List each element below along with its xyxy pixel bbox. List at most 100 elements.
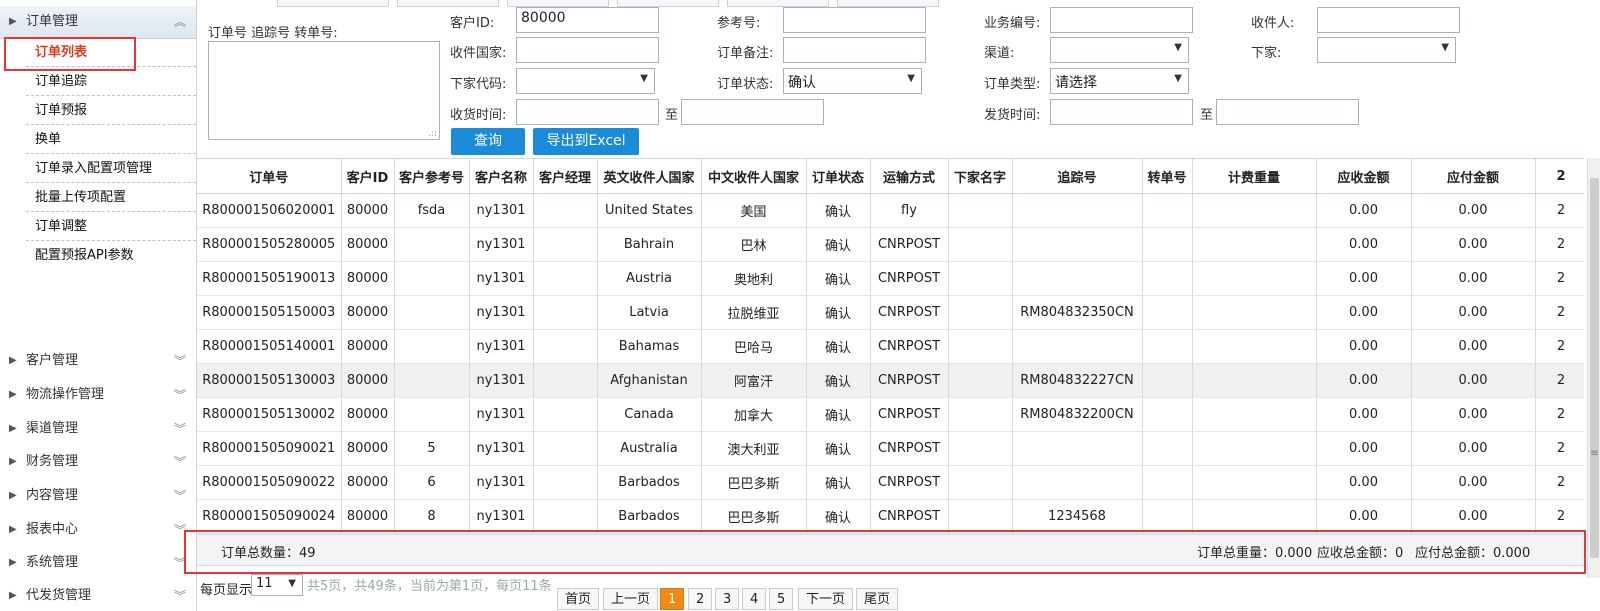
column-header[interactable]: 2 [1535, 159, 1584, 194]
main-content: 订单号 追踪号 转单号: .:: 客户ID: 80000 参考号: 业务编号: … [197, 0, 1600, 611]
expand-chevron-icon[interactable]: ︾ [174, 581, 186, 611]
page-4-button[interactable]: 4 [742, 588, 767, 610]
page-5-button[interactable]: 5 [769, 588, 794, 610]
total-receivable: 应收总金额：0 [1317, 546, 1404, 561]
expand-chevron-icon[interactable]: ︾ [174, 346, 186, 376]
table-row[interactable]: R800001505090024 80000 8 ny1301 Barbados 巴巴多斯… [197, 499, 1584, 534]
expand-chevron-icon[interactable]: ︾ [174, 481, 186, 511]
customer-id-input[interactable]: 80000 [516, 7, 659, 33]
receiver-input[interactable] [1317, 7, 1460, 33]
type-select[interactable]: 请选择 ▼ [1050, 68, 1189, 94]
export-excel-button[interactable]: 导出到Excel [533, 128, 639, 155]
expand-chevron-icon[interactable]: ︾ [174, 414, 186, 444]
sidebar-item-batch-upload-config[interactable]: 批量上传项配置 [26, 184, 196, 212]
sidebar-item-order-tracking[interactable]: 订单追踪 [26, 68, 196, 96]
section-channel[interactable]: ▶ 渠道管理 ︾ [0, 414, 196, 444]
order-numbers-textarea[interactable]: .:: [208, 41, 440, 140]
table-cell: fsda [394, 193, 470, 228]
column-header[interactable]: 英文收件人国家 [597, 159, 702, 194]
table-cell [948, 397, 1013, 432]
page-3-button[interactable]: 3 [715, 588, 740, 610]
expand-chevron-icon[interactable]: ︾ [174, 515, 186, 545]
downstream-code-select[interactable]: ▼ [516, 68, 655, 94]
table-cell: 澳大利亚 [701, 431, 807, 466]
sidebar-item-order-forecast[interactable]: 订单预报 [26, 97, 196, 125]
column-header[interactable]: 客户名称 [469, 159, 534, 194]
ship-time-label: 发货时间: [984, 108, 1041, 123]
column-header[interactable]: 中文收件人国家 [701, 159, 807, 194]
column-header[interactable]: 订单状态 [806, 159, 871, 194]
tab-edge[interactable] [727, 0, 829, 7]
section-logistics[interactable]: ▶ 物流操作管理 ︾ [0, 380, 196, 410]
column-header[interactable]: 运输方式 [870, 159, 949, 194]
summary-bar: 订单总数量：49 订单总重量：0.000 应收总金额：0 应付总金额：0.000 [197, 534, 1584, 566]
table-cell: R800001505140001 [197, 329, 342, 364]
column-header[interactable]: 订单号 [197, 159, 342, 194]
table-row[interactable]: R800001505090022 80000 6 ny1301 Barbados 巴巴多斯… [197, 465, 1584, 500]
resize-grip-icon[interactable]: .:: [428, 129, 437, 139]
sidebar-item-order-list[interactable]: 订单列表 [26, 39, 196, 67]
last-page-button[interactable]: 尾页 [856, 588, 899, 610]
channel-select[interactable]: ▼ [1050, 37, 1189, 63]
column-header[interactable]: 转单号 [1142, 159, 1193, 194]
sidebar-item-change-order[interactable]: 换单 [26, 126, 196, 154]
column-header[interactable]: 追踪号 [1012, 159, 1143, 194]
column-header[interactable]: 客户经理 [533, 159, 598, 194]
tab-edge[interactable] [507, 0, 609, 7]
table-row[interactable]: R800001505140001 80000 ny1301 Bahamas 巴哈马 确认 C… [197, 329, 1584, 364]
prev-page-button[interactable]: 上一页 [603, 588, 659, 610]
remark-input[interactable] [783, 37, 926, 63]
tab-edge[interactable] [837, 0, 939, 7]
receive-time-from-input[interactable] [516, 99, 659, 125]
section-customer[interactable]: ▶ 客户管理 ︾ [0, 346, 196, 376]
section-reports[interactable]: ▶ 报表中心 ︾ [0, 515, 196, 545]
column-header[interactable]: 下家名字 [948, 159, 1013, 194]
table-row[interactable]: R800001505130002 80000 ny1301 Canada 加拿大 确认 CN… [197, 397, 1584, 432]
section-system[interactable]: ▶ 系统管理 ︾ [0, 548, 196, 578]
page-2-button[interactable]: 2 [688, 588, 713, 610]
table-row[interactable]: R800001505280005 80000 ny1301 Bahrain 巴林 确认 CN… [197, 227, 1584, 262]
downstream-select[interactable]: ▼ [1317, 37, 1456, 63]
sidebar-item-entry-config[interactable]: 订单录入配置项管理 [26, 155, 196, 183]
per-page-select[interactable]: 11 ▼ [251, 574, 303, 596]
first-page-button[interactable]: 首页 [557, 588, 600, 610]
section-dropship[interactable]: ▶ 代发货管理 ︾ [0, 581, 196, 611]
vertical-scrollbar[interactable]: ≡ [1587, 158, 1600, 578]
query-button[interactable]: 查询 [451, 128, 525, 155]
column-header[interactable]: 计费重量 [1192, 159, 1317, 194]
column-header[interactable]: 客户ID [341, 159, 395, 194]
country-input[interactable] [516, 37, 659, 63]
sidebar-item-api-params[interactable]: 配置预报API参数 [26, 242, 196, 270]
scrollbar-thumb[interactable] [1590, 178, 1599, 558]
collapse-chevron-icon[interactable]: ︽ [174, 6, 186, 38]
section-order-management[interactable]: ▶ 订单管理 ︽ [0, 6, 196, 39]
table-row[interactable]: R800001505190013 80000 ny1301 Austria 奥地利 确认 C… [197, 261, 1584, 296]
expand-chevron-icon[interactable]: ︾ [174, 447, 186, 477]
column-header[interactable]: 客户参考号 [394, 159, 470, 194]
table-row[interactable]: R800001505150003 80000 ny1301 Latvia 拉脱维亚 确认 C… [197, 295, 1584, 330]
section-finance[interactable]: ▶ 财务管理 ︾ [0, 447, 196, 477]
ship-time-to-input[interactable] [1216, 99, 1359, 125]
ship-time-from-input[interactable] [1050, 99, 1193, 125]
biz-no-input[interactable] [1050, 7, 1193, 33]
sidebar-item-order-adjust[interactable]: 订单调整 [26, 213, 196, 241]
next-page-button[interactable]: 下一页 [798, 588, 854, 610]
table-cell [533, 431, 598, 466]
tab-edge[interactable] [397, 0, 499, 7]
receive-time-to-input[interactable] [681, 99, 824, 125]
tab-edge[interactable] [277, 0, 389, 7]
column-header[interactable]: 应付金额 [1411, 159, 1536, 194]
tab-edge[interactable] [617, 0, 719, 7]
ref-no-input[interactable] [783, 7, 926, 33]
status-select[interactable]: 确认 ▼ [783, 68, 922, 94]
table-row[interactable]: R800001505130003 80000 ny1301 Afghanistan 阿富… [197, 363, 1584, 398]
table-cell: CNRPOST [870, 397, 949, 432]
table-row[interactable]: R800001505090021 80000 5 ny1301 Australia 澳大利… [197, 431, 1584, 466]
section-content[interactable]: ▶ 内容管理 ︾ [0, 481, 196, 511]
column-header[interactable]: 应收金额 [1316, 159, 1412, 194]
ship-time-to-label: 至 [1200, 108, 1214, 123]
table-row[interactable]: R800001506020001 80000 fsda ny1301 United St… [197, 193, 1584, 228]
expand-chevron-icon[interactable]: ︾ [174, 380, 186, 410]
page-1-button[interactable]: 1 [660, 588, 685, 610]
expand-chevron-icon[interactable]: ︾ [174, 548, 186, 578]
